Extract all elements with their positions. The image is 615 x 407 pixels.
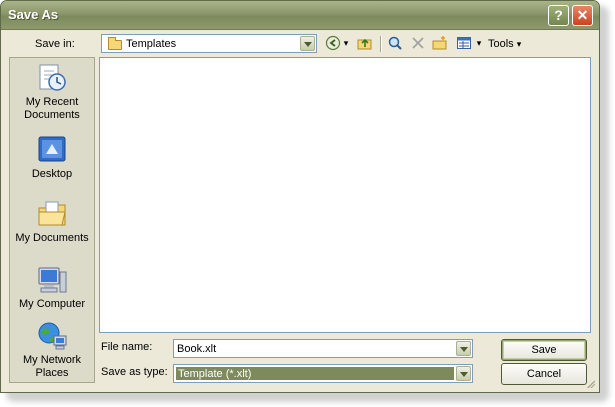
up-folder-icon [357, 38, 372, 50]
chevron-down-icon[interactable] [300, 36, 315, 51]
place-label: My Network Places [22, 354, 82, 379]
chevron-down-icon[interactable] [456, 341, 471, 356]
place-desktop[interactable]: Desktop [10, 134, 94, 181]
save-in-dropdown[interactable]: Templates [101, 34, 317, 53]
close-button[interactable]: ✕ [572, 5, 593, 26]
file-name-input[interactable]: Book.xlt [173, 339, 473, 358]
file-name-label: File name: [101, 341, 153, 353]
network-places-icon [36, 320, 68, 352]
place-label: My Computer [18, 298, 86, 310]
views-button[interactable] [455, 35, 473, 53]
file-name-value: Book.xlt [177, 343, 217, 355]
back-button[interactable] [324, 35, 342, 53]
cancel-button[interactable]: Cancel [501, 363, 587, 385]
place-label: My Documents [15, 232, 89, 244]
save-as-type-value: Template (*.xlt) [176, 367, 454, 380]
resize-grip[interactable] [585, 378, 595, 388]
my-computer-icon [36, 264, 68, 296]
my-documents-icon [36, 198, 68, 230]
new-folder-button[interactable] [431, 35, 449, 53]
chevron-down-icon[interactable] [456, 366, 471, 381]
place-my-network-places[interactable]: My Network Places [10, 320, 94, 380]
save-in-value: Templates [126, 38, 177, 50]
save-as-dialog: Save As ? ✕ Save in: Templates ▾ ▾ Tools… [0, 0, 600, 393]
folder-icon [108, 37, 122, 50]
place-label: My Recent Documents [24, 96, 80, 121]
delete-icon [412, 37, 424, 49]
back-dropdown-button[interactable]: ▾ [341, 35, 351, 53]
tools-label: Tools [488, 38, 514, 50]
back-icon [325, 35, 341, 51]
tools-menu[interactable]: Tools ▾ [488, 35, 528, 53]
save-in-label: Save in: [35, 38, 75, 50]
delete-button[interactable] [409, 35, 427, 53]
chevron-down-icon: ▾ [343, 39, 349, 49]
title-bar[interactable]: Save As ? ✕ [1, 1, 599, 30]
file-list[interactable] [99, 57, 591, 333]
place-label: Desktop [31, 168, 73, 180]
views-icon [457, 37, 471, 49]
recent-documents-icon [36, 62, 68, 94]
views-dropdown-button[interactable]: ▾ [474, 35, 484, 53]
save-as-type-label: Save as type: [101, 366, 168, 378]
save-as-type-dropdown[interactable]: Template (*.xlt) [173, 364, 473, 383]
chevron-down-icon: ▾ [476, 39, 482, 49]
window-title: Save As [8, 7, 59, 22]
place-my-documents[interactable]: My Documents [10, 198, 94, 245]
desktop-icon [36, 134, 68, 166]
place-my-recent-documents[interactable]: My Recent Documents [10, 62, 94, 122]
places-bar: My Recent Documents Desktop My Documents… [9, 57, 95, 383]
close-icon: ✕ [576, 7, 589, 23]
up-one-level-button[interactable] [356, 35, 374, 53]
help-icon: ? [554, 7, 563, 23]
help-button[interactable]: ? [548, 5, 569, 26]
save-button[interactable]: Save [501, 339, 587, 361]
place-my-computer[interactable]: My Computer [10, 264, 94, 311]
chevron-down-icon: ▾ [516, 39, 522, 49]
new-folder-icon [432, 36, 447, 50]
search-icon [388, 36, 402, 50]
search-web-button[interactable] [386, 35, 404, 53]
